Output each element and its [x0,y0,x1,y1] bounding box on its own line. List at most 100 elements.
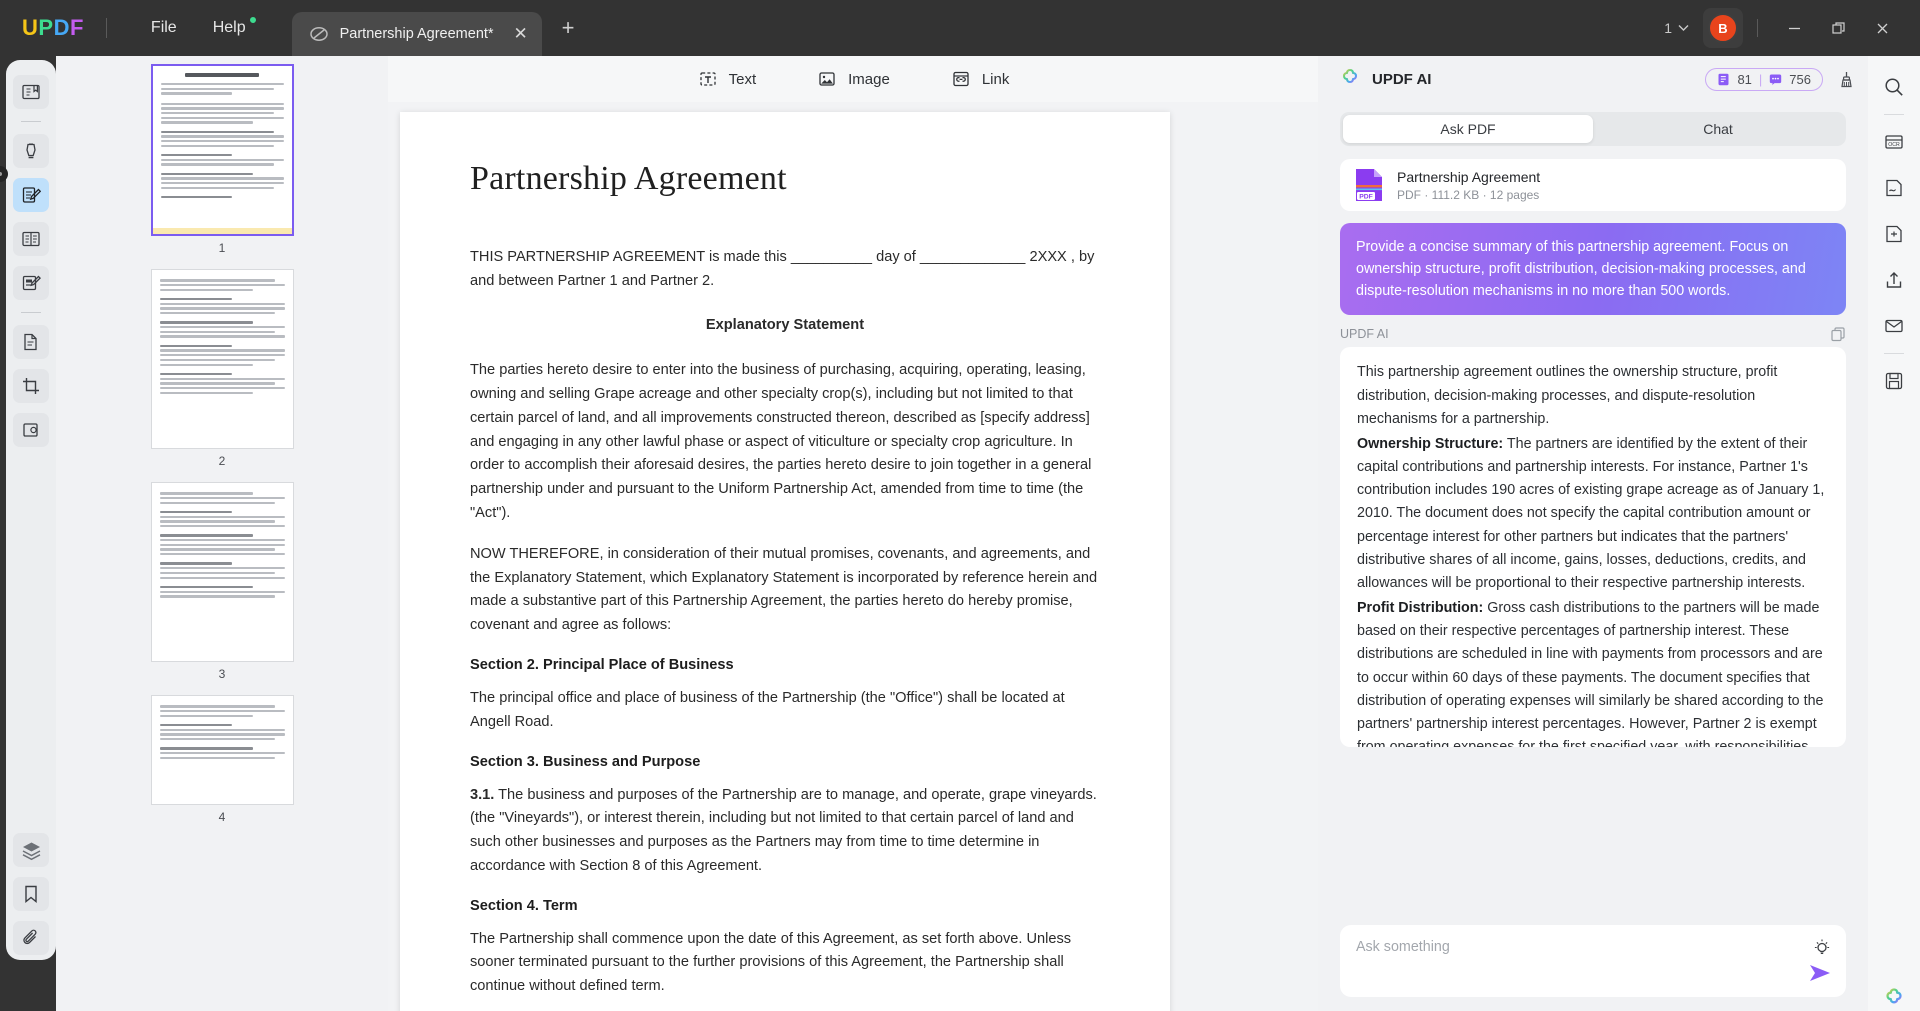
thumbnail-preview[interactable] [151,695,294,805]
sidebar-item-annotate[interactable] [13,178,49,212]
sidebar-item-bookmark[interactable] [13,877,49,911]
ai-response-ownership: Ownership Structure: The partners are id… [1357,433,1829,595]
sidebar-item-edit-pdf[interactable] [13,266,49,300]
new-tab-button[interactable]: + [562,15,575,41]
ai-response-profit-label: Profit Distribution: [1357,600,1483,616]
annotate-icon [21,185,41,205]
svg-text:PDF: PDF [1359,193,1373,200]
sidebar-item-protect[interactable] [13,413,49,447]
tab-ask-pdf[interactable]: Ask PDF [1343,115,1593,143]
thumbnail-label: 2 [151,454,294,468]
thumbnail-page-3[interactable]: 3 [151,482,294,681]
close-icon[interactable]: ✕ [510,24,532,44]
email-icon [1883,315,1905,337]
sidebar-item-crop[interactable] [13,369,49,403]
document-viewer[interactable]: Partnership Agreement THIS PARTNERSHIP A… [388,102,1318,1011]
document-tab-title: Partnership Agreement* [340,26,510,42]
right-rail-divider-2 [1884,353,1904,354]
copy-icon[interactable] [1830,326,1846,342]
document-credit-icon [1717,73,1730,86]
close-button[interactable] [1860,10,1904,46]
highlight-icon [21,141,41,161]
edit-pdf-icon [21,273,41,293]
user-avatar-container[interactable]: B [1703,8,1743,48]
right-rail-save-as[interactable] [1875,362,1913,400]
menu-help[interactable]: Help [195,13,264,43]
doc-paragraph-2: NOW THEREFORE, in consideration of their… [470,543,1100,638]
window-count-dropdown[interactable]: 1 [1664,20,1689,36]
ai-credits-badge[interactable]: 81 | 756 [1705,68,1823,91]
tool-link-label: Link [982,71,1010,88]
logo-divider [106,18,107,38]
lightbulb-icon[interactable] [1812,938,1832,958]
convert-icon [21,332,41,352]
pdf-page[interactable]: Partnership Agreement THIS PARTNERSHIP A… [400,112,1170,1011]
menu-file[interactable]: File [133,13,195,43]
right-rail-signature[interactable] [1875,169,1913,207]
attached-file-card[interactable]: PDF Partnership Agreement PDF · 111.2 KB… [1340,159,1846,211]
tool-image[interactable]: Image [816,68,890,90]
ai-panel-header: UPDF AI 81 | 756 [1318,56,1868,102]
document-icon [308,23,330,45]
doc-section-3-body: 3.1. The business and purposes of the Pa… [470,784,1100,879]
ai-input-box[interactable]: Ask something [1340,925,1846,997]
document-tab[interactable]: Partnership Agreement* ✕ [292,12,542,56]
sidebar-item-organize-pages[interactable] [13,222,49,256]
organize-pages-icon [21,229,41,249]
doc-section-4-body: The Partnership shall commence upon the … [470,928,1100,999]
minimize-button[interactable] [1772,10,1816,46]
thumbnail-label: 4 [151,810,294,824]
ai-response-label: UPDF AI [1340,327,1389,341]
right-rail-email[interactable] [1875,307,1913,345]
crop-icon [21,376,41,396]
protect-icon [21,420,41,440]
avatar[interactable]: B [1708,13,1738,43]
image-icon [816,68,838,90]
attached-file-meta: PDF · 111.2 KB · 12 pages [1397,188,1540,202]
clear-chat-broom-icon[interactable] [1837,70,1856,89]
right-rail-ocr[interactable]: OCR [1875,123,1913,161]
sidebar-item-layers[interactable] [13,833,49,867]
ai-mode-tabs: Ask PDF Chat [1340,112,1846,146]
tool-text[interactable]: Text [697,68,757,90]
thumbnail-preview[interactable] [151,482,294,662]
updf-ai-logo-icon [1338,67,1362,91]
thumbnail-page-2[interactable]: 2 [151,269,294,468]
tab-chat[interactable]: Chat [1593,115,1843,143]
titlebar-divider [1757,19,1758,37]
compress-icon [1883,223,1905,245]
doc-section-2-body: The principal office and place of busine… [470,687,1100,735]
logo-letter-d: D [54,15,70,41]
sidebar-item-highlight[interactable] [13,134,49,168]
sidebar-item-convert[interactable] [13,325,49,359]
thumbnail-label: 1 [151,241,294,255]
bookmark-icon [21,884,41,904]
sidebar-item-attachment[interactable] [13,921,49,955]
thumbnail-page-4[interactable]: 4 [151,695,294,824]
help-notification-dot [250,17,256,23]
window-controls-group: 1 B [1664,8,1920,48]
page-title: Partnership Agreement [470,160,1100,198]
ai-input-placeholder: Ask something [1356,939,1800,955]
doc-section-4-heading: Section 4. Term [470,898,1100,914]
right-rail-search[interactable] [1875,68,1913,106]
sidebar-item-reader[interactable] [13,75,49,109]
thumbnail-preview[interactable] [151,64,294,236]
ai-response-ownership-label: Ownership Structure: [1357,436,1503,452]
tool-image-label: Image [848,71,890,88]
right-rail-compress[interactable] [1875,215,1913,253]
maximize-button[interactable] [1816,10,1860,46]
reader-icon [21,82,41,102]
thumbnail-preview[interactable] [151,269,294,449]
thumbnail-pane[interactable]: 1 2 [56,56,388,1011]
ai-response-profit-body: Gross cash distributions to the partners… [1357,600,1824,747]
tool-text-label: Text [729,71,757,88]
send-icon[interactable] [1807,961,1833,985]
text-icon [697,68,719,90]
pdf-file-icon: PDF [1354,168,1384,202]
tool-link[interactable]: Link [950,68,1010,90]
right-rail-ai-assistant[interactable] [1875,980,1913,1011]
menu-help-label: Help [213,19,246,36]
thumbnail-page-1[interactable]: 1 [151,64,294,255]
right-rail-share[interactable] [1875,261,1913,299]
